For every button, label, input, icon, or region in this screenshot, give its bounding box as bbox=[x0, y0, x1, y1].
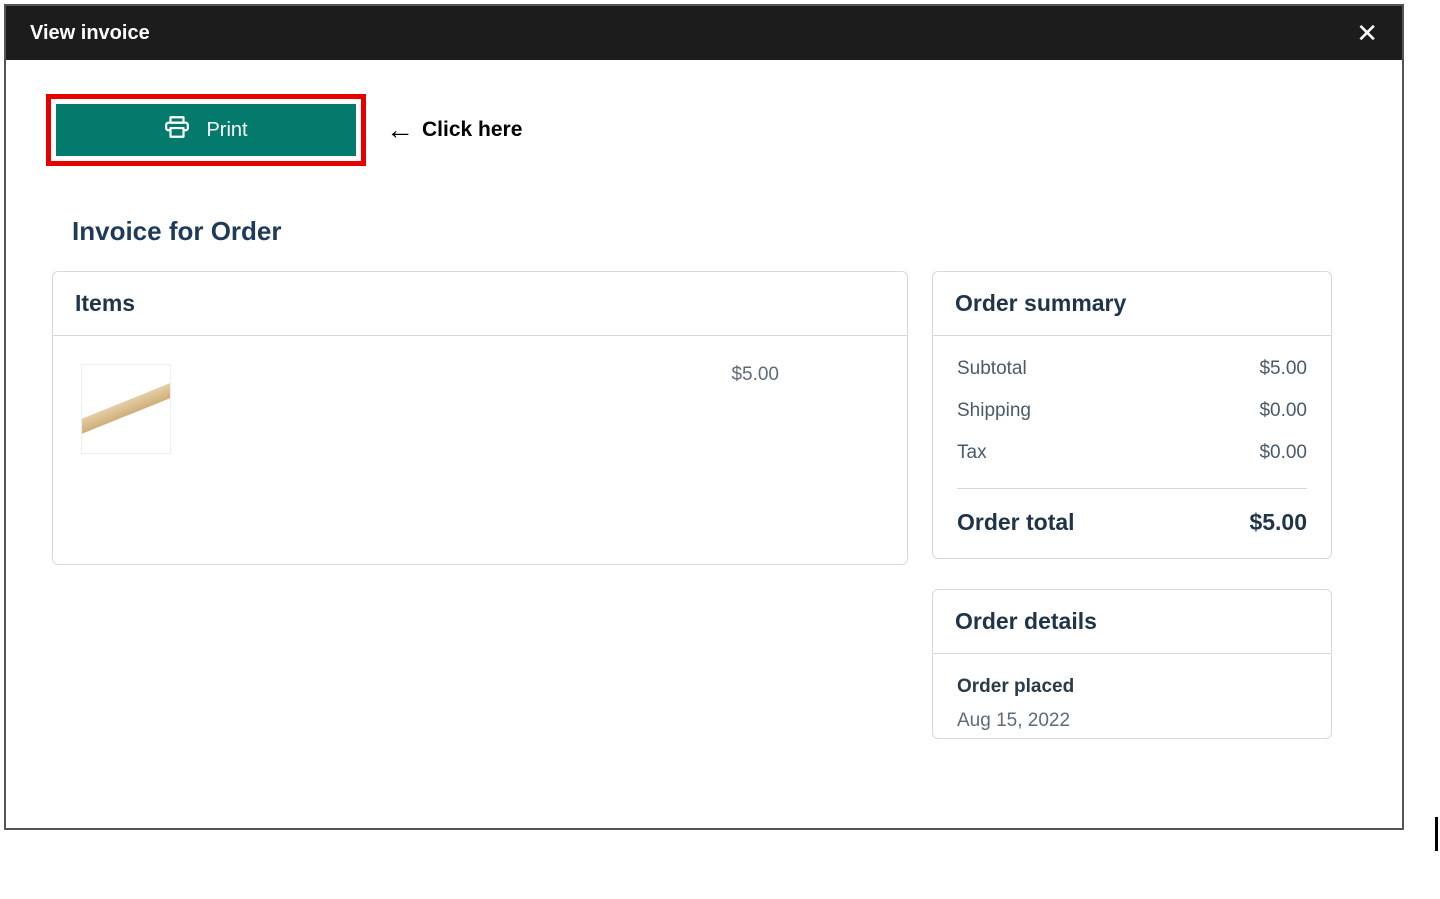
page-title: Invoice for Order bbox=[72, 216, 1338, 247]
order-placed-label: Order placed bbox=[957, 676, 1307, 698]
summary-total-value: $5.00 bbox=[1249, 509, 1307, 536]
item-thumbnail bbox=[81, 364, 171, 454]
print-button-highlight: Print bbox=[46, 94, 366, 166]
modal-header: View invoice ✕ bbox=[6, 6, 1402, 60]
summary-value: $0.00 bbox=[1259, 442, 1307, 464]
close-icon[interactable]: ✕ bbox=[1356, 20, 1378, 46]
print-button-label: Print bbox=[206, 119, 247, 142]
order-details-card: Order details Order placed Aug 15, 2022 bbox=[932, 589, 1332, 739]
printer-icon bbox=[164, 114, 190, 146]
order-details-title: Order details bbox=[933, 590, 1331, 654]
modal-title: View invoice bbox=[30, 22, 150, 45]
order-summary-card: Order summary Subtotal $5.00 Shipping $0… bbox=[932, 271, 1332, 559]
order-summary-title: Order summary bbox=[933, 272, 1331, 336]
click-here-annotation: ← Click here bbox=[386, 116, 522, 144]
arrow-left-icon: ← bbox=[386, 116, 414, 144]
summary-label: Tax bbox=[957, 442, 987, 464]
annotation-text: Click here bbox=[422, 118, 522, 142]
summary-label: Shipping bbox=[957, 400, 1031, 422]
modal-body-scroll[interactable]: Print ← Click here Invoice for Order Ite… bbox=[6, 64, 1378, 828]
summary-total-label: Order total bbox=[957, 509, 1075, 536]
invoice-modal: View invoice ✕ Print ← Cl bbox=[4, 4, 1404, 830]
summary-row-subtotal: Subtotal $5.00 bbox=[957, 358, 1307, 380]
items-card-title: Items bbox=[53, 272, 907, 336]
summary-row-total: Order total $5.00 bbox=[957, 509, 1307, 536]
summary-label: Subtotal bbox=[957, 358, 1027, 380]
order-placed-value: Aug 15, 2022 bbox=[957, 710, 1307, 732]
text-cursor-icon bbox=[1435, 817, 1438, 851]
summary-value: $0.00 bbox=[1259, 400, 1307, 422]
divider bbox=[957, 488, 1307, 489]
summary-value: $5.00 bbox=[1259, 358, 1307, 380]
item-price: $5.00 bbox=[731, 364, 779, 386]
print-button[interactable]: Print bbox=[56, 104, 356, 156]
items-card: Items $5.00 bbox=[52, 271, 908, 565]
summary-row-shipping: Shipping $0.00 bbox=[957, 400, 1307, 422]
summary-row-tax: Tax $0.00 bbox=[957, 442, 1307, 464]
